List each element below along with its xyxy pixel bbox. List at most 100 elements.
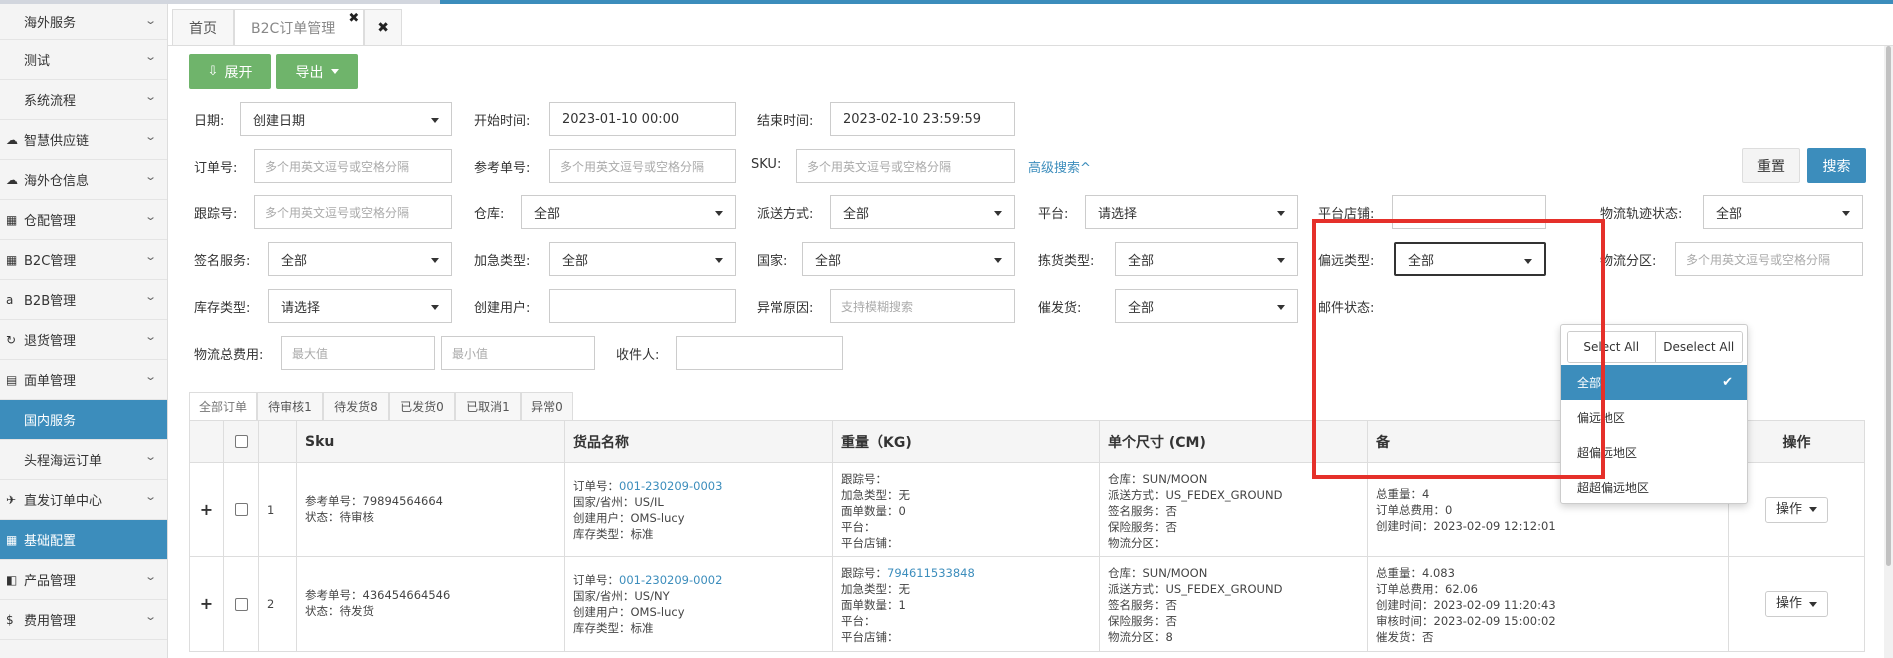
plus-icon[interactable]: + (200, 501, 213, 518)
platform-select[interactable]: 请选择 (1085, 195, 1298, 229)
fee-max-input[interactable]: 最大值 (281, 336, 435, 370)
sidebar-item-product-management[interactable]: ◧ 产品管理 ⌄ (0, 560, 167, 600)
sidebar-item-label: 基础配置 (24, 534, 77, 549)
deselect-all-button[interactable]: Deselect All (1654, 332, 1742, 362)
close-icon: ✖ (377, 19, 390, 36)
header-label: Sku (305, 433, 335, 450)
order-no-link[interactable]: 001-230209-0002 (619, 573, 722, 587)
sign-select[interactable]: 全部 (268, 242, 452, 276)
zone-text: 物流分区：8 (1108, 630, 1173, 644)
weight-cell: 跟踪号：794611533848 加急类型：无 面单数量：1 平台： 平台店铺： (833, 557, 1100, 651)
order-no-link[interactable]: 001-230209-0003 (619, 479, 722, 493)
sidebar-item-label: 测试 (24, 54, 51, 69)
row-checkbox[interactable] (234, 503, 248, 516)
export-button[interactable]: 导出 (276, 54, 358, 89)
close-icon[interactable]: ✖ (348, 11, 359, 26)
urgent-select[interactable]: 全部 (549, 242, 736, 276)
sidebar-item-b2c[interactable]: ▦ B2C管理 ⌄ (0, 240, 167, 280)
sidebar-item-warehouse-distribution[interactable]: ▦ 仓配管理 ⌄ (0, 200, 167, 240)
status-tab-exception[interactable]: 异常0 (521, 392, 573, 420)
creator-input[interactable] (549, 289, 736, 323)
platform-label: 平台: (1038, 207, 1069, 222)
urge-value: 全部 (1128, 300, 1155, 316)
ref-no-text: 参考单号：436454664546 (305, 588, 451, 602)
exception-input[interactable]: 支持模糊搜索 (830, 289, 1015, 323)
status-tab-cancelled[interactable]: 已取消1 (455, 392, 521, 420)
tracking-no-link[interactable]: 794611533848 (887, 566, 975, 580)
search-button[interactable]: 搜索 (1807, 148, 1866, 183)
picking-select[interactable]: 全部 (1115, 242, 1298, 276)
tracking-input[interactable]: 多个用英文逗号或空格分隔 (254, 195, 452, 229)
sidebar-item-direct-order-center[interactable]: ✈ 直发订单中心 ⌄ (0, 480, 167, 520)
row-number: 2 (267, 597, 275, 611)
stock-type-label: 库存类型: (194, 301, 251, 316)
plus-icon[interactable]: + (200, 596, 213, 612)
sidebar-item-b2b[interactable]: a B2B管理 ⌄ (0, 280, 167, 320)
sidebar-item-labels[interactable]: ▤ 面单管理 ⌄ (0, 360, 167, 400)
logistics-status-label: 物流轨迹状态: (1600, 207, 1683, 222)
chevron-down-icon: ⌄ (143, 610, 157, 623)
delivery-label: 派送方式: (757, 207, 814, 222)
status-tab-pending-ship[interactable]: 待发货8 (323, 392, 389, 420)
row-checkbox[interactable] (234, 597, 248, 611)
select-all-checkbox[interactable] (234, 435, 248, 448)
logistics-status-select[interactable]: 全部 (1703, 195, 1863, 229)
sidebar-item-basic-config[interactable]: ▦ 基础配置 (0, 520, 167, 560)
chevron-down-icon: ⌄ (143, 370, 157, 383)
end-time-input[interactable]: 2023-02-10 23:59:59 (830, 102, 1015, 136)
status-tab-pending-review[interactable]: 待审核1 (257, 392, 323, 420)
sidebar-item-returns[interactable]: ↻ 退货管理 ⌄ (0, 320, 167, 360)
caret-down-icon (994, 211, 1002, 216)
sidebar-item-test[interactable]: 测试 ⌄ (0, 40, 167, 80)
sidebar-item-system-flow[interactable]: 系统流程 ⌄ (0, 80, 167, 120)
order-no-label: 订单号: (194, 161, 238, 176)
end-time-label: 结束时间: (757, 114, 814, 129)
date-type-select[interactable]: 创建日期 (240, 102, 452, 136)
status-tab-all[interactable]: 全部订单 (189, 392, 257, 420)
product-cell: 订单号：001-230209-0002 国家/省州：US/NY 创建用户：OMS… (565, 557, 833, 651)
reset-button[interactable]: 重置 (1742, 148, 1800, 183)
tab-b2c-orders[interactable]: B2C订单管理 ✖ (234, 9, 365, 45)
advanced-search-link[interactable]: 高级搜索^ (1028, 157, 1091, 176)
vertical-scrollbar[interactable] (1884, 46, 1893, 658)
status-tab-shipped[interactable]: 已发货0 (389, 392, 455, 420)
total-weight-text: 总重量：4.083 (1376, 566, 1455, 580)
ref-no-input[interactable]: 多个用英文逗号或空格分隔 (549, 149, 736, 183)
sidebar-item-label: 产品管理 (24, 574, 77, 589)
order-no-input[interactable]: 多个用英文逗号或空格分隔 (254, 149, 452, 183)
start-time-input[interactable]: 2023-01-10 00:00 (549, 102, 736, 136)
sku-input[interactable]: 多个用英文逗号或空格分隔 (796, 149, 1015, 183)
sidebar-item-overseas-warehouse[interactable]: ☁ 海外仓信息 ⌄ (0, 160, 167, 200)
status-text: 状态：待审核 (305, 510, 374, 524)
tab-home[interactable]: 首页 (172, 9, 234, 45)
header-expand (190, 421, 224, 462)
table-icon: ▦ (6, 532, 18, 547)
scrollbar-thumb[interactable] (1886, 46, 1891, 566)
caret-down-icon (1277, 305, 1285, 310)
row-actions-button[interactable]: 操作 (1764, 496, 1828, 523)
insurance-text: 保险服务：否 (1108, 520, 1177, 534)
stock-type-text: 库存类型：标准 (573, 527, 654, 541)
delivery-select[interactable]: 全部 (830, 195, 1015, 229)
cloud-icon: ☁ (6, 172, 18, 187)
sidebar-item-overseas-service[interactable]: 海外服务 ⌄ (0, 4, 167, 40)
close-all-tabs-button[interactable]: ✖ (364, 9, 403, 45)
sidebar-item-domestic-service[interactable]: 国内服务 (0, 400, 167, 440)
amazon-icon: a (6, 292, 14, 307)
expand-button[interactable]: ⇩ 展开 (189, 54, 271, 89)
sidebar-item-fee-management[interactable]: $ 费用管理 ⌄ (0, 600, 167, 640)
row-actions-button[interactable]: 操作 (1764, 591, 1828, 617)
fee-min-input[interactable]: 最小值 (441, 336, 595, 370)
receiver-input[interactable] (676, 336, 843, 370)
sidebar-item-smart-supply-chain[interactable]: ☁ 智慧供应链 ⌄ (0, 120, 167, 160)
zone-input[interactable]: 多个用英文逗号或空格分隔 (1675, 242, 1863, 276)
stock-type-select[interactable]: 请选择 (268, 289, 452, 323)
country-select[interactable]: 全部 (802, 242, 1015, 276)
urge-select[interactable]: 全部 (1115, 289, 1298, 323)
warehouse-select[interactable]: 全部 (521, 195, 736, 229)
warehouse-text: 仓库：SUN/MOON (1108, 566, 1208, 580)
delivery-text: 派送方式：US_FEDEX_GROUND (1108, 488, 1283, 502)
status-tab-label: 待审核1 (268, 400, 312, 414)
sidebar-item-first-leg-sea[interactable]: 头程海运订单 ⌄ (0, 440, 167, 480)
sidebar-item-label: 头程海运订单 (24, 454, 103, 469)
